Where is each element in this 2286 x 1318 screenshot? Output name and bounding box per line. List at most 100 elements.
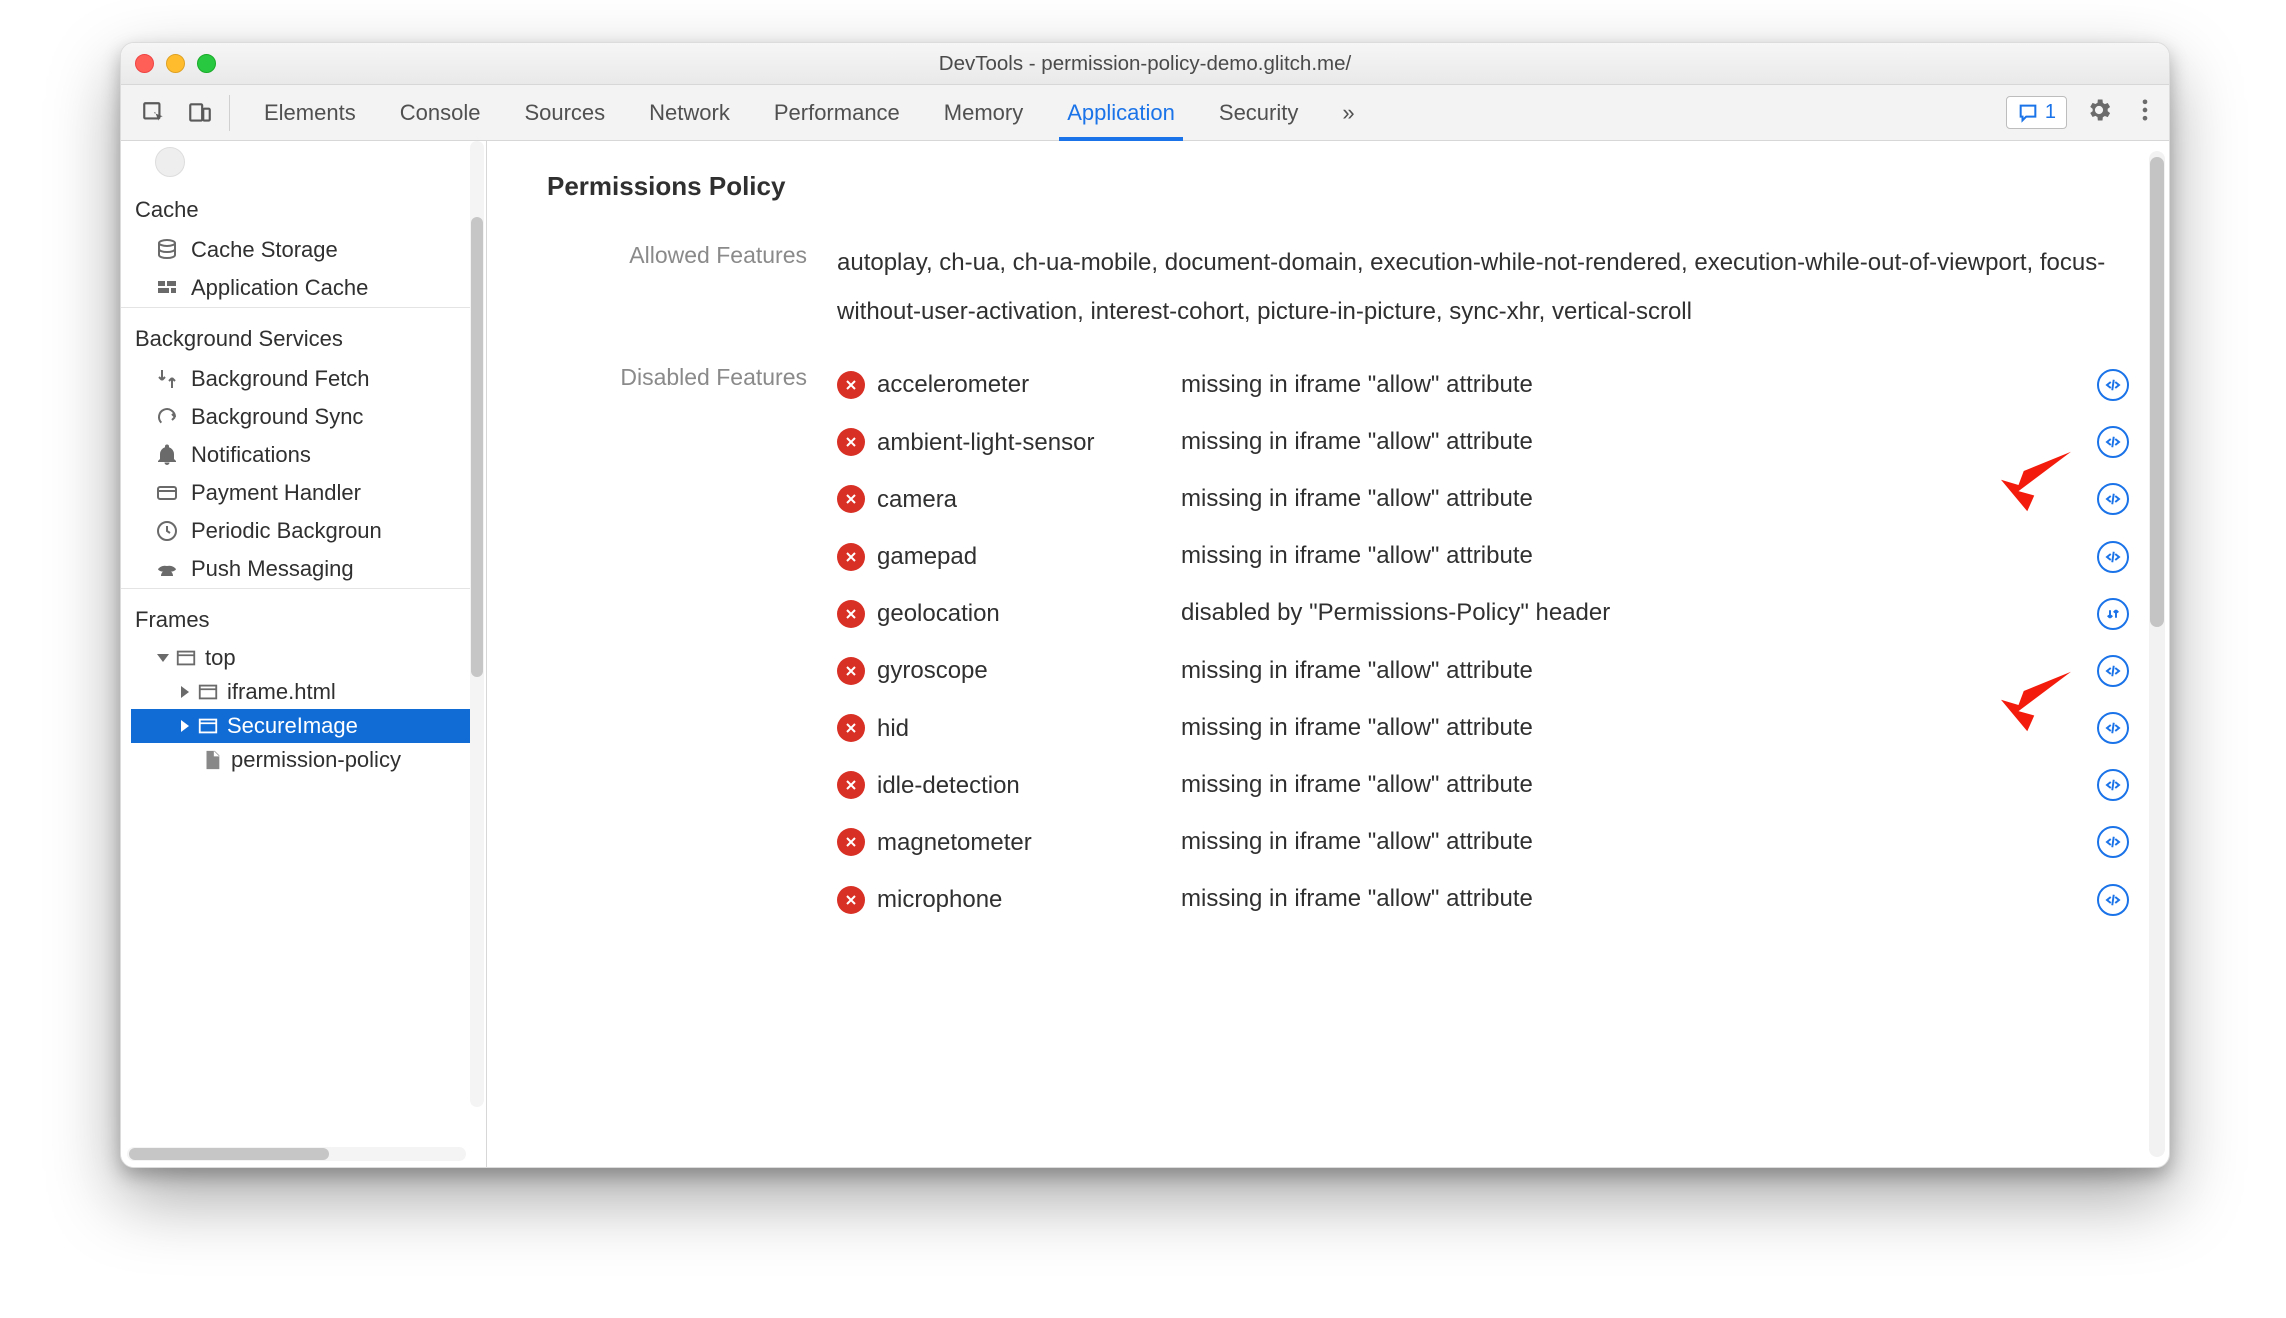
feature-reason: missing in iframe "allow" attribute <box>1181 711 2083 746</box>
frame-secureimage[interactable]: SecureImage <box>131 709 470 743</box>
sidebar-item-label: Application Cache <box>191 275 368 301</box>
inspect-element-button[interactable] <box>131 85 177 140</box>
error-icon <box>837 657 865 685</box>
disabled-feature-row: microphonemissing in iframe "allow" attr… <box>837 875 2143 924</box>
tab-network[interactable]: Network <box>645 86 734 140</box>
sidebar-section-cache[interactable]: Cache <box>121 183 470 231</box>
sidebar-item-label: Push Messaging <box>191 556 354 582</box>
sidebar-item-background-fetch[interactable]: Background Fetch <box>121 360 470 398</box>
allowed-features-value: autoplay, ch-ua, ch-ua-mobile, document-… <box>837 238 2143 336</box>
sidebar-section-background-services[interactable]: Background Services <box>121 307 470 360</box>
tab-elements[interactable]: Elements <box>260 86 360 140</box>
error-icon <box>837 828 865 856</box>
sidebar-scrollbar-vertical[interactable] <box>470 141 484 1107</box>
tab-performance[interactable]: Performance <box>770 86 904 140</box>
feature-reason: missing in iframe "allow" attribute <box>1181 882 2083 917</box>
scrollbar-thumb[interactable] <box>129 1148 329 1160</box>
reveal-element-button[interactable] <box>2097 426 2129 458</box>
sidebar-top-icon <box>155 147 185 177</box>
disclosure-triangle-icon[interactable] <box>181 720 189 732</box>
reveal-element-button[interactable] <box>2097 369 2129 401</box>
feature-reason: missing in iframe "allow" attribute <box>1181 654 2083 689</box>
sidebar-section-frames[interactable]: Frames <box>121 588 470 641</box>
reveal-element-button[interactable] <box>2097 712 2129 744</box>
error-icon <box>837 543 865 571</box>
devtools-toolbar: Elements Console Sources Network Perform… <box>121 85 2169 141</box>
disclosure-triangle-icon[interactable] <box>157 654 169 662</box>
disabled-feature-row: geolocationdisabled by "Permissions-Poli… <box>837 589 2143 638</box>
sidebar-item-label: Background Fetch <box>191 366 370 392</box>
feature-name: idle-detection <box>871 761 1181 810</box>
feature-reason: missing in iframe "allow" attribute <box>1181 539 2083 574</box>
reveal-element-button[interactable] <box>2097 884 2129 916</box>
tab-security[interactable]: Security <box>1215 86 1302 140</box>
settings-button[interactable] <box>2085 96 2113 130</box>
sidebar-item-periodic-background[interactable]: Periodic Backgroun <box>121 512 470 550</box>
more-menu-button[interactable] <box>2131 96 2159 130</box>
sidebar-item-notifications[interactable]: Notifications <box>121 436 470 474</box>
minimize-window-button[interactable] <box>166 54 185 73</box>
feature-reason: missing in iframe "allow" attribute <box>1181 482 2083 517</box>
sidebar-item-label: Cache Storage <box>191 237 338 263</box>
disclosure-triangle-icon[interactable] <box>181 686 189 698</box>
sidebar-item-application-cache[interactable]: Application Cache <box>121 269 470 307</box>
disabled-feature-row: magnetometermissing in iframe "allow" at… <box>837 818 2143 867</box>
main-scrollbar-vertical[interactable] <box>2149 151 2165 1157</box>
device-toolbar-button[interactable] <box>177 85 223 140</box>
reveal-network-button[interactable] <box>2097 598 2129 630</box>
feature-reason: missing in iframe "allow" attribute <box>1181 368 2083 403</box>
feature-reason: disabled by "Permissions-Policy" header <box>1181 596 2083 631</box>
feature-name: camera <box>871 475 1181 524</box>
reveal-element-button[interactable] <box>2097 541 2129 573</box>
error-icon <box>837 428 865 456</box>
frame-label: iframe.html <box>227 679 336 705</box>
error-icon <box>837 771 865 799</box>
error-icon <box>837 886 865 914</box>
sidebar-item-push-messaging[interactable]: Push Messaging <box>121 550 470 588</box>
feature-reason: missing in iframe "allow" attribute <box>1181 768 2083 803</box>
feature-name: microphone <box>871 875 1181 924</box>
close-window-button[interactable] <box>135 54 154 73</box>
sidebar-item-cache-storage[interactable]: Cache Storage <box>121 231 470 269</box>
reveal-element-button[interactable] <box>2097 769 2129 801</box>
disabled-feature-row: gyroscopemissing in iframe "allow" attri… <box>837 646 2143 695</box>
frame-resource-permission-policy[interactable]: permission-policy <box>131 743 470 777</box>
sidebar-item-label: Payment Handler <box>191 480 361 506</box>
reveal-element-button[interactable] <box>2097 483 2129 515</box>
error-icon <box>837 485 865 513</box>
error-icon <box>837 600 865 628</box>
reveal-element-button[interactable] <box>2097 655 2129 687</box>
tabs-overflow-button[interactable]: » <box>1338 86 1358 140</box>
feature-name: geolocation <box>871 589 1181 638</box>
tab-application[interactable]: Application <box>1063 86 1179 140</box>
frame-top[interactable]: top <box>131 641 470 675</box>
feature-name: magnetometer <box>871 818 1181 867</box>
disabled-feature-row: idle-detectionmissing in iframe "allow" … <box>837 761 2143 810</box>
scrollbar-thumb[interactable] <box>471 217 483 677</box>
frame-iframe-html[interactable]: iframe.html <box>131 675 470 709</box>
feature-name: gyroscope <box>871 646 1181 695</box>
disabled-feature-row: accelerometermissing in iframe "allow" a… <box>837 360 2143 409</box>
window-controls <box>135 54 216 73</box>
disabled-features-label: Disabled Features <box>547 360 807 391</box>
issues-button[interactable]: 1 <box>2006 96 2067 129</box>
error-icon <box>837 371 865 399</box>
sidebar-item-background-sync[interactable]: Background Sync <box>121 398 470 436</box>
sidebar-item-payment-handler[interactable]: Payment Handler <box>121 474 470 512</box>
disabled-feature-row: ambient-light-sensormissing in iframe "a… <box>837 418 2143 467</box>
application-sidebar: Cache Cache Storage Application Cache Ba… <box>121 141 487 1167</box>
sidebar-scrollbar-horizontal[interactable] <box>127 1147 466 1161</box>
tab-console[interactable]: Console <box>396 86 485 140</box>
feature-name: gamepad <box>871 532 1181 581</box>
scrollbar-thumb[interactable] <box>2150 157 2164 627</box>
sidebar-item-label: Background Sync <box>191 404 363 430</box>
error-icon <box>837 714 865 742</box>
issues-count: 1 <box>2045 101 2056 124</box>
window-title: DevTools - permission-policy-demo.glitch… <box>121 52 2169 76</box>
tab-sources[interactable]: Sources <box>520 86 609 140</box>
tab-memory[interactable]: Memory <box>940 86 1027 140</box>
zoom-window-button[interactable] <box>197 54 216 73</box>
reveal-element-button[interactable] <box>2097 826 2129 858</box>
sidebar-item-label: Notifications <box>191 442 311 468</box>
disabled-feature-row: cameramissing in iframe "allow" attribut… <box>837 475 2143 524</box>
